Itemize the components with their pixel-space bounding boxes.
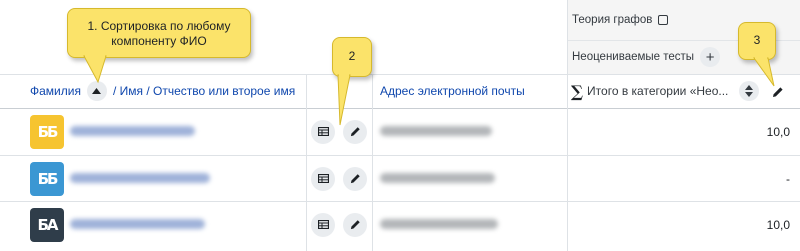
email-header-label[interactable]: Адрес электронной почты bbox=[380, 84, 525, 98]
pencil-icon[interactable] bbox=[343, 212, 367, 237]
sigma-icon: ∑ bbox=[571, 81, 584, 101]
student-name-link[interactable] bbox=[70, 172, 210, 183]
row-divider-1 bbox=[0, 155, 800, 156]
total-column-header: ∑ Итого в категории «Нео... bbox=[571, 74, 728, 108]
callout-sort-text: 1. Сортировка по любому компоненту ФИО bbox=[87, 19, 231, 48]
avatar[interactable]: ББ bbox=[30, 114, 64, 149]
callout-actions: 2 bbox=[332, 37, 372, 77]
grade-value[interactable]: 10,0 bbox=[767, 218, 790, 232]
header-bottom-line bbox=[0, 108, 800, 109]
callout-sort: 1. Сортировка по любому компоненту ФИО bbox=[67, 8, 251, 58]
name-column-header: Фамилия / Имя / Отчество или второе имя bbox=[30, 74, 295, 108]
student-email bbox=[380, 172, 495, 183]
student-email bbox=[380, 218, 498, 229]
table-grid-icon[interactable] bbox=[311, 166, 335, 191]
student-name-link[interactable] bbox=[70, 218, 205, 229]
table-grid-icon[interactable] bbox=[311, 119, 335, 144]
student-name-link[interactable] bbox=[70, 125, 195, 136]
callout-actions-text: 2 bbox=[348, 49, 356, 63]
col-divider-email bbox=[372, 74, 373, 251]
callout-edit: 3 bbox=[738, 22, 776, 60]
callout-actions-tail bbox=[337, 74, 351, 126]
grade-value[interactable]: 10,0 bbox=[767, 125, 790, 139]
callout-edit-tail bbox=[753, 57, 775, 87]
total-header-label[interactable]: Итого в категории «Нео... bbox=[587, 84, 728, 98]
callout-sort-tail bbox=[83, 55, 107, 84]
col-divider-actions bbox=[306, 74, 307, 251]
avatar[interactable]: ББ bbox=[30, 161, 64, 196]
col-divider-total bbox=[567, 0, 568, 251]
table-grid-icon[interactable] bbox=[311, 212, 335, 237]
avatar-initials: ББ bbox=[37, 169, 59, 188]
row-divider-2 bbox=[0, 201, 800, 202]
sort-by-surname-link[interactable]: Фамилия bbox=[30, 84, 81, 98]
collapse-checkbox-icon[interactable] bbox=[658, 15, 669, 25]
add-plus-icon[interactable]: + bbox=[700, 47, 721, 67]
sort-ascending-icon[interactable] bbox=[86, 81, 107, 101]
email-column-header[interactable]: Адрес электронной почты bbox=[380, 74, 525, 108]
category-ungraded: Неоцениваемые тесты + bbox=[572, 47, 721, 67]
avatar[interactable]: БА bbox=[30, 207, 64, 242]
student-email bbox=[380, 125, 492, 136]
grade-value[interactable]: - bbox=[786, 172, 790, 186]
pencil-icon[interactable] bbox=[343, 166, 367, 191]
category-ungraded-label: Неоцениваемые тесты bbox=[572, 51, 695, 63]
category-theory: Теория графов bbox=[572, 14, 669, 26]
callout-edit-text: 3 bbox=[753, 33, 761, 47]
category-theory-label: Теория графов bbox=[572, 14, 653, 26]
sort-by-name-link[interactable]: / Имя / Отчество или второе имя bbox=[113, 84, 295, 98]
avatar-initials: БА bbox=[37, 215, 58, 234]
avatar-initials: ББ bbox=[37, 122, 59, 141]
